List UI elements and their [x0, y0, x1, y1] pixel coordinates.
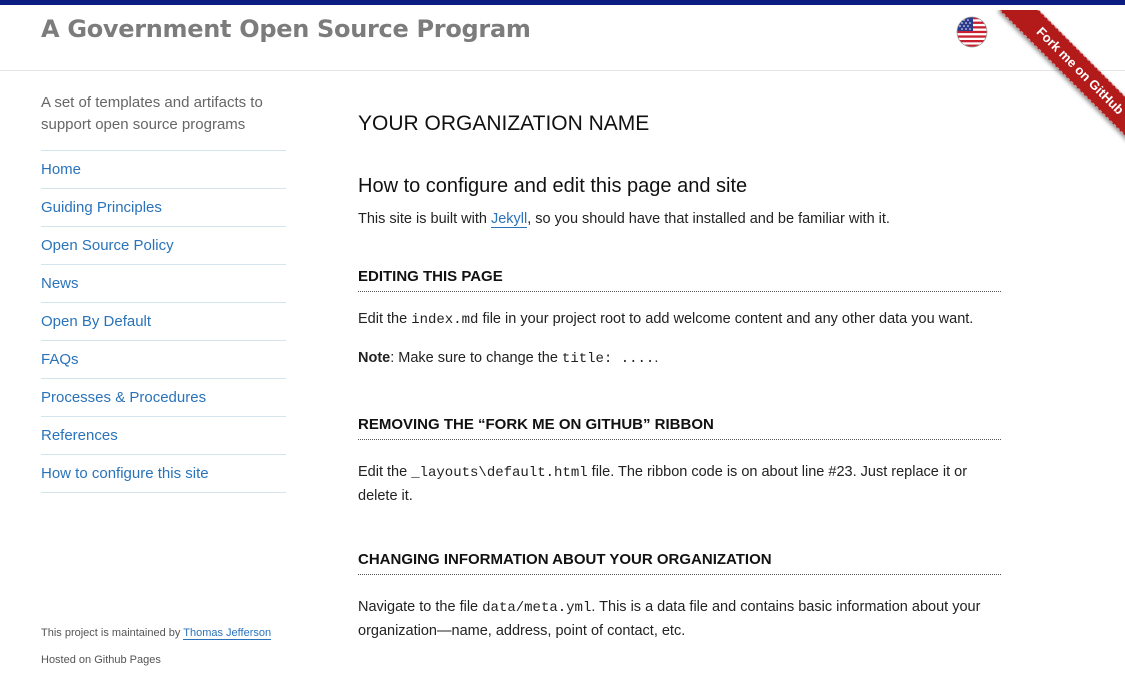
sidebar-tagline: A set of templates and artifacts to supp… — [41, 94, 263, 133]
sidebar-nav: Home Guiding Principles Open Source Poli… — [41, 150, 286, 493]
nav-link-faqs[interactable]: FAQs — [41, 341, 286, 378]
maintainer-link[interactable]: Thomas Jefferson — [183, 627, 272, 640]
site-title[interactable]: A Government Open Source Program — [41, 15, 531, 43]
default-html-code: _layouts\default.html — [411, 465, 588, 481]
hosted-note: Hosted on Github Pages — [41, 654, 161, 666]
fork-ribbon: Fork me on GitHub — [985, 10, 1125, 150]
maintainer-prefix: This project is maintained by — [41, 627, 184, 639]
title-code: title: .... — [561, 351, 655, 367]
us-flag-icon — [956, 16, 988, 48]
sidebar-item-configure-site: How to configure this site — [41, 455, 286, 493]
intro-text-end: , so you should have that installed and … — [527, 211, 890, 227]
sidebar-item-news: News — [41, 265, 286, 303]
nav-link-references[interactable]: References — [41, 417, 286, 454]
editing-paragraph: Edit the index.md file in your project r… — [358, 308, 1001, 332]
section-title: How to configure and edit this page and … — [358, 175, 748, 197]
nav-link-home[interactable]: Home — [41, 151, 286, 188]
nav-link-processes-procedures[interactable]: Processes & Procedures — [41, 379, 286, 416]
note-label: Note — [358, 350, 391, 366]
main-content: YOUR ORGANIZATION NAME How to configure … — [358, 110, 1001, 643]
org-info-paragraph: Navigate to the file data/meta.yml. This… — [358, 596, 1001, 643]
sidebar-item-open-source-policy: Open Source Policy — [41, 227, 286, 265]
editing-text-end: file in your project root to add welcome… — [478, 311, 974, 327]
maintainer-note: This project is maintained by Thomas Jef… — [41, 627, 272, 640]
jekyll-link[interactable]: Jekyll — [490, 211, 528, 228]
nav-link-configure-site[interactable]: How to configure this site — [41, 455, 286, 492]
note-paragraph: Note: Make sure to change the title: ...… — [358, 347, 1001, 371]
intro-text: This site is built with — [358, 211, 491, 227]
fork-me-link[interactable]: Fork me on GitHub — [1034, 24, 1125, 117]
nav-link-news[interactable]: News — [41, 265, 286, 302]
ribbon-heading: REMOVING THE “FORK ME ON GITHUB” RIBBON — [358, 415, 1001, 440]
ribbon-text: Edit the — [358, 464, 412, 480]
sidebar-item-references: References — [41, 417, 286, 455]
nav-link-open-by-default[interactable]: Open By Default — [41, 303, 286, 340]
meta-yml-code: data/meta.yml — [482, 600, 592, 616]
sidebar-item-processes-procedures: Processes & Procedures — [41, 379, 286, 417]
editing-heading: EDITING THIS PAGE — [358, 267, 1001, 292]
editing-text: Edit the — [358, 311, 412, 327]
sidebar-item-faqs: FAQs — [41, 341, 286, 379]
note-text-end: . — [654, 350, 659, 366]
org-info-text: Navigate to the file — [358, 599, 483, 615]
fork-ribbon-band: Fork me on GitHub — [999, 10, 1125, 150]
sidebar-item-home: Home — [41, 151, 286, 189]
sidebar: A set of templates and artifacts to supp… — [41, 92, 286, 493]
note-text: : Make sure to change the — [390, 350, 562, 366]
sidebar-item-open-by-default: Open By Default — [41, 303, 286, 341]
nav-link-guiding-principles[interactable]: Guiding Principles — [41, 189, 286, 226]
index-md-code: index.md — [411, 312, 479, 328]
nav-link-open-source-policy[interactable]: Open Source Policy — [41, 227, 286, 264]
sidebar-item-guiding-principles: Guiding Principles — [41, 189, 286, 227]
ribbon-paragraph: Edit the _layouts\default.html file. The… — [358, 461, 1001, 508]
org-info-heading: CHANGING INFORMATION ABOUT YOUR ORGANIZA… — [358, 550, 1001, 575]
site-header: A Government Open Source Program Fork me… — [0, 5, 1125, 150]
org-name-heading: YOUR ORGANIZATION NAME — [358, 112, 650, 135]
intro-paragraph: This site is built with Jekyll, so you s… — [358, 208, 1001, 231]
